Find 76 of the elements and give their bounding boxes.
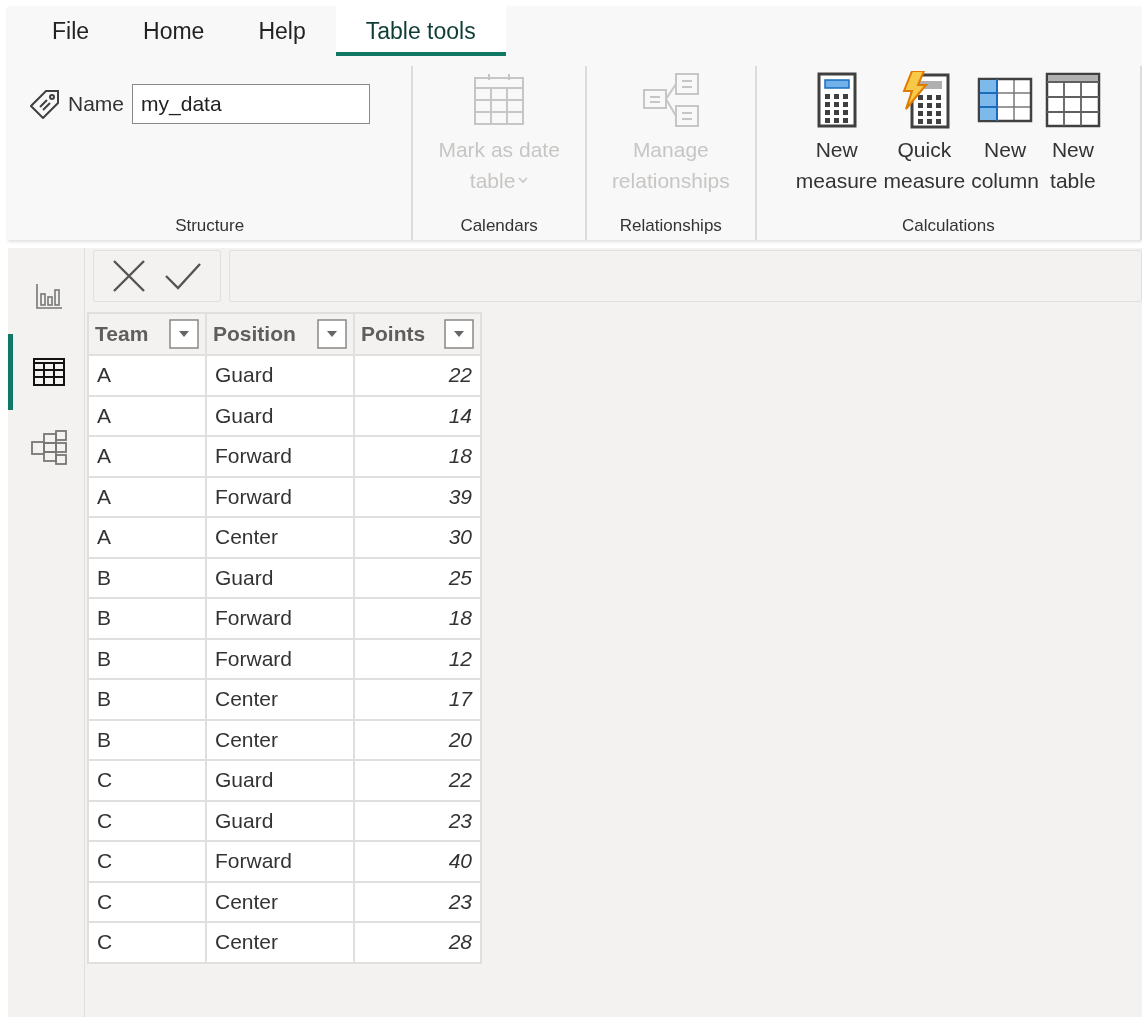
table-cell: 17 [354,679,481,720]
table-cell: A [88,395,206,436]
calculator-icon [816,72,857,128]
table-cell: B [88,638,206,679]
table-cell: Center [206,881,354,922]
column-header[interactable]: Position [206,313,354,355]
table-cell: 12 [354,638,481,679]
tag-icon [30,89,60,119]
filter-dropdown-icon[interactable] [317,319,347,349]
table-cell: C [88,800,206,841]
table-cell: B [88,679,206,720]
table-cell: 22 [354,355,481,396]
group-label: Calendars [459,216,539,237]
name-field[interactable]: my_data [132,84,371,124]
table-cell: A [88,436,206,477]
table-cell: Forward [206,436,354,477]
relationships-icon [641,72,700,128]
model-icon [30,430,67,466]
table-cell: 23 [354,800,481,841]
table-cell: 14 [354,395,481,436]
table-cell: 18 [354,598,481,639]
table-cell: B [88,598,206,639]
table-cell: Guard [206,355,354,396]
table-cell: 25 [354,557,481,598]
table-cell: 40 [354,841,481,882]
filter-dropdown-icon[interactable] [444,319,474,349]
table-cell: 22 [354,760,481,801]
group-label: Structure [174,216,246,237]
table-cell: Center [206,719,354,760]
bar-chart-icon [34,282,63,310]
table-cell: 39 [354,476,481,517]
group-label: Relationships [618,216,723,237]
chevron-icon [518,177,529,184]
table-cell: C [88,841,206,882]
table-cell: Center [206,517,354,558]
column-header[interactable]: Team [88,313,206,355]
table-cell: A [88,476,206,517]
table-icon [1044,72,1101,128]
table-cell: 18 [354,436,481,477]
table-cell: C [88,760,206,801]
ribbon-button[interactable]: New table [1042,66,1103,216]
ribbon-button[interactable]: New measure [793,66,880,216]
ribbon-tab[interactable]: Help [234,6,330,56]
table-cell: 20 [354,719,481,760]
table-cell: A [88,355,206,396]
cancel-button[interactable] [112,259,146,293]
ribbon-tab[interactable]: Table tools [335,6,506,56]
name-label: Name [68,92,125,116]
table-cell: Forward [206,638,354,679]
table-icon [32,358,65,386]
table-cell: 23 [354,881,481,922]
ribbon-tab[interactable]: Home [119,6,229,56]
table-cell: Forward [206,598,354,639]
table-cell: Guard [206,760,354,801]
table-cell: Forward [206,841,354,882]
filter-dropdown-icon[interactable] [169,319,199,349]
ribbon-tab[interactable]: File [28,6,114,56]
table-cell: 30 [354,517,481,558]
table-cell: C [88,922,206,963]
column-icon [977,77,1034,123]
ribbon-button[interactable]: Quick measure [881,66,968,216]
table-cell: Center [206,922,354,963]
table-cell: Guard [206,395,354,436]
table-cell: 28 [354,922,481,963]
group-label: Calculations [901,216,996,237]
table-cell: B [88,557,206,598]
table-cell: A [88,517,206,558]
ribbon-button[interactable]: New column [969,66,1041,216]
column-header[interactable]: Points [354,313,481,355]
table-cell: Forward [206,476,354,517]
table-cell: B [88,719,206,760]
commit-button[interactable] [164,262,202,290]
table-cell: Guard [206,800,354,841]
table-cell: Guard [206,557,354,598]
table-cell: Center [206,679,354,720]
table-cell: C [88,881,206,922]
